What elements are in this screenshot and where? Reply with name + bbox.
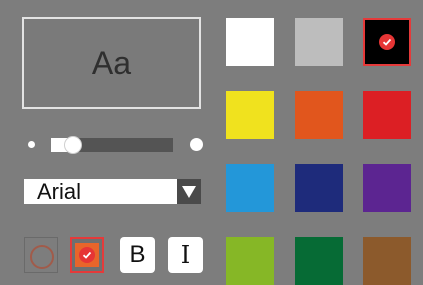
check-icon — [379, 34, 395, 50]
check-icon — [79, 247, 95, 263]
circle-outline-icon — [30, 245, 54, 269]
slider-thumb[interactable] — [63, 136, 82, 154]
small-size-icon — [28, 141, 35, 148]
font-family-value: Arial — [37, 179, 82, 204]
color-swatch[interactable] — [295, 91, 343, 139]
color-swatch[interactable] — [226, 18, 274, 66]
bold-button[interactable]: B — [120, 237, 155, 273]
slider-track[interactable] — [51, 136, 173, 154]
color-swatch[interactable] — [295, 18, 343, 66]
font-family-select[interactable]: Arial — [24, 179, 201, 204]
size-slider[interactable] — [28, 136, 203, 154]
color-swatch[interactable] — [363, 164, 411, 212]
color-swatch[interactable] — [363, 237, 411, 285]
color-swatch[interactable] — [363, 18, 411, 66]
color-swatch[interactable] — [295, 237, 343, 285]
font-preview: Aa — [22, 17, 201, 109]
color-swatch[interactable] — [226, 164, 274, 212]
selected-style-button[interactable] — [70, 237, 104, 273]
color-swatch[interactable] — [226, 237, 274, 285]
italic-button[interactable]: I — [168, 237, 203, 273]
preview-text: Aa — [91, 44, 132, 81]
color-swatch[interactable] — [295, 164, 343, 212]
outline-circle-button[interactable] — [24, 237, 58, 273]
color-swatch[interactable] — [226, 91, 274, 139]
color-swatch[interactable] — [363, 91, 411, 139]
large-size-icon — [190, 138, 203, 151]
dropdown-arrow-icon[interactable] — [177, 179, 201, 204]
